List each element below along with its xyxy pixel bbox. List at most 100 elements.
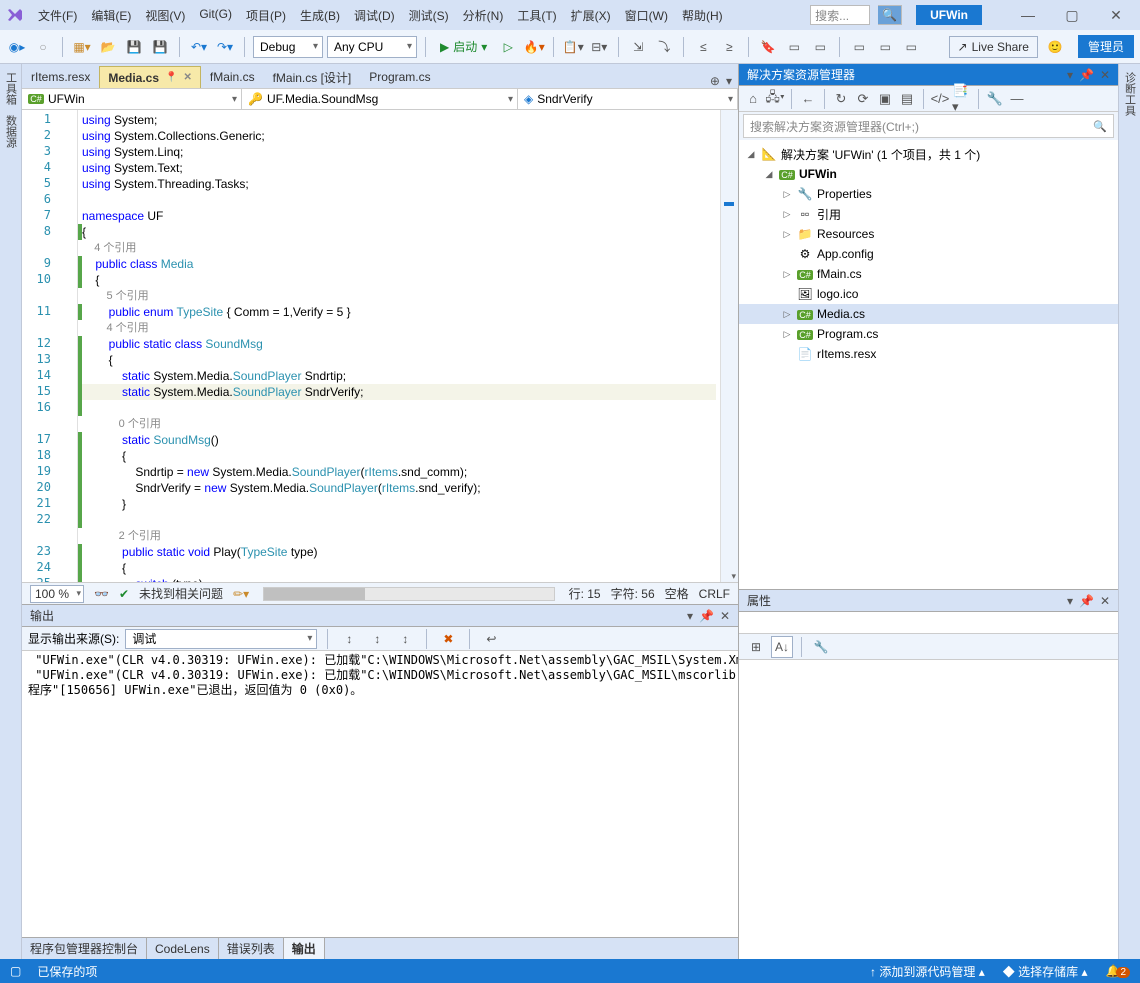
redo-button[interactable]: ↷▾ [214,36,236,58]
tree-item[interactable]: ▷📁Resources [739,224,1118,244]
pin-icon[interactable]: 📌 [1079,594,1094,608]
panel-close-icon[interactable]: ✕ [720,609,730,623]
uncomment-icon[interactable]: ▭ [809,36,831,58]
clear-output-icon[interactable]: ✖ [437,628,459,650]
start-debug-button[interactable]: ▶ 启动 ▾ [434,36,493,58]
feedback-icon[interactable]: 🙂 [1044,36,1066,58]
home-icon[interactable]: ⌂ [743,89,763,109]
minimize-button[interactable]: — [1010,7,1046,24]
diagnostics-tab[interactable]: 诊断工具 [1122,72,1138,116]
tree-item[interactable]: ▷C#Media.cs [739,304,1118,324]
document-tab[interactable]: Program.cs [360,66,439,88]
menu-item[interactable]: 扩展(X) [565,3,617,28]
menu-item[interactable]: 视图(V) [139,3,191,28]
collapse-icon[interactable]: ▣ [875,89,895,109]
output-source-combo[interactable]: 调试 [125,629,317,649]
menu-item[interactable]: 调试(D) [348,3,401,28]
pin-icon[interactable]: 📌 [1079,68,1094,82]
eol-indicator[interactable]: CRLF [699,587,730,601]
output-btn-3[interactable]: ↕ [394,628,416,650]
pin-icon[interactable]: 📍 [165,72,177,83]
props-icon[interactable]: 📑▾ [952,89,972,109]
output-btn-1[interactable]: ↕ [338,628,360,650]
save-all-button[interactable]: 💾 [149,36,171,58]
menu-item[interactable]: 分析(N) [457,3,510,28]
tree-item[interactable]: 🖼logo.ico [739,284,1118,304]
comment-icon[interactable]: ▭ [783,36,805,58]
code-icon[interactable]: </> [930,89,950,109]
document-tab[interactable]: rItems.resx [22,66,99,88]
step-over-icon[interactable]: ⤵ [653,36,675,58]
more-icon[interactable]: — [1007,89,1027,109]
open-button[interactable]: 📂 [97,36,119,58]
back-button[interactable]: ◉▸ [6,36,28,58]
tree-item[interactable]: ▷🔧Properties [739,184,1118,204]
close-button[interactable]: ✕ [1098,7,1134,24]
toolbar-btn-b[interactable]: ▭ [874,36,896,58]
hot-reload-button[interactable]: 🔥▾ [523,36,545,58]
panel-close-icon[interactable]: ✕ [1100,594,1110,608]
document-tab[interactable]: Media.cs 📍✕ [99,66,201,88]
bottom-tab[interactable]: 错误列表 [219,938,284,959]
search-button[interactable]: 🔍 [878,5,902,25]
output-btn-2[interactable]: ↕ [366,628,388,650]
tab-close-icon[interactable]: ✕ [184,72,192,83]
panel-dropdown-icon[interactable]: ▾ [687,609,693,623]
new-item-button[interactable]: ▦▾ [71,36,93,58]
indent-more-icon[interactable]: ≥ [718,36,740,58]
menu-item[interactable]: 测试(S) [403,3,455,28]
nav-class-combo[interactable]: 🔑UF.Media.SoundMsg [242,89,518,109]
tree-item[interactable]: 📄rItems.resx [739,344,1118,364]
col-indicator[interactable]: 字符: 56 [611,585,655,602]
editor-hscroll[interactable] [263,587,554,601]
toolbox-tab[interactable]: 工具箱 [3,72,19,105]
document-tab[interactable]: fMain.cs [201,66,264,88]
source-control-button[interactable]: ↑ 添加到源代码管理 ▴ [870,963,985,980]
solution-tree[interactable]: ◢📐解决方案 'UFWin' (1 个项目，共 1 个)◢C#UFWin▷🔧Pr… [739,140,1118,589]
menu-item[interactable]: 文件(F) [32,3,83,28]
maximize-button[interactable]: ▢ [1054,7,1090,24]
bottom-tab[interactable]: CodeLens [147,938,219,959]
tree-item[interactable]: ◢📐解决方案 'UFWin' (1 个项目，共 1 个) [739,144,1118,164]
line-indicator[interactable]: 行: 15 [569,585,601,602]
repo-button[interactable]: ◆ 选择存储库 ▴ [1003,963,1088,980]
datasource-tab[interactable]: 数据源 [3,115,19,148]
step-into-icon[interactable]: ⇲ [627,36,649,58]
nav-back-icon[interactable]: ← [798,89,818,109]
menu-item[interactable]: 编辑(E) [85,3,137,28]
wrap-icon[interactable]: ↩ [480,628,502,650]
tree-item[interactable]: ◢C#UFWin [739,164,1118,184]
bottom-tab[interactable]: 输出 [284,938,325,959]
undo-button[interactable]: ↶▾ [188,36,210,58]
wrench-icon[interactable]: 🔧 [810,636,832,658]
save-button[interactable]: 💾 [123,36,145,58]
categorize-icon[interactable]: ⊞ [745,636,767,658]
tab-dropdown-icon[interactable]: ▾ [726,74,732,88]
live-share-button[interactable]: ↗ Live Share [949,36,1038,58]
solution-search-input[interactable]: 搜索解决方案资源管理器(Ctrl+;) [743,114,1114,138]
menu-item[interactable]: 生成(B) [294,3,346,28]
pin-icon[interactable]: 📌 [699,609,714,623]
properties-grid[interactable] [739,660,1118,959]
tab-overflow-icon[interactable]: ⊕ [710,74,720,88]
alpha-sort-icon[interactable]: A↓ [771,636,793,658]
wrench-icon[interactable]: 🔧 [985,89,1005,109]
zoom-combo[interactable]: 100 % [30,585,84,603]
tree-item[interactable]: ▷C#Program.cs [739,324,1118,344]
menu-item[interactable]: 工具(T) [511,3,562,28]
process-combo[interactable]: 📋▾ [562,36,584,58]
indent-less-icon[interactable]: ≤ [692,36,714,58]
refresh-icon[interactable]: ⟳ [853,89,873,109]
toolbar-btn-c[interactable]: ▭ [900,36,922,58]
document-tab[interactable]: fMain.cs [设计] [264,66,361,88]
bookmark-icon[interactable]: 🔖 [757,36,779,58]
platform-combo[interactable]: Any CPU [327,36,417,58]
indent-indicator[interactable]: 空格 [665,585,689,602]
output-panel-title[interactable]: 输出 ▾📌✕ [22,605,738,627]
search-input[interactable]: 搜索... [810,5,870,25]
bottom-tab[interactable]: 程序包管理器控制台 [22,938,147,959]
toolbar-btn-1[interactable]: ⊟▾ [588,36,610,58]
properties-panel-title[interactable]: 属性 ▾📌✕ [739,590,1118,612]
menu-item[interactable]: Git(G) [193,3,238,28]
config-combo[interactable]: Debug [253,36,323,58]
